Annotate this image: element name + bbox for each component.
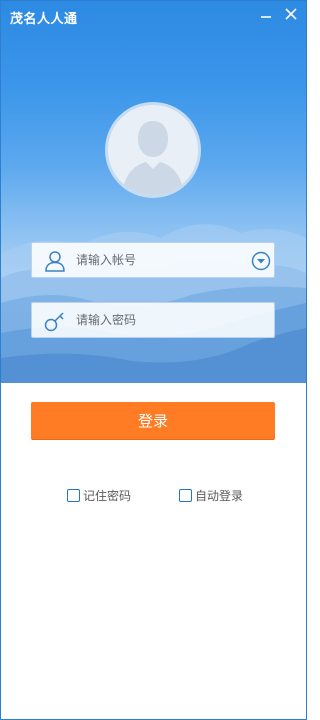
password-input[interactable] (76, 303, 246, 337)
password-field[interactable] (31, 302, 275, 338)
auto-login-checkbox[interactable] (179, 488, 192, 502)
key-icon (44, 312, 64, 332)
login-button[interactable]: 登录 (31, 402, 275, 439)
close-icon[interactable] (282, 5, 300, 23)
remember-password-option[interactable]: 记住密码 (67, 487, 131, 503)
header-background: 茂名人人通 (1, 1, 306, 383)
chevron-down-icon[interactable] (251, 251, 271, 271)
mountain-illustration (1, 224, 306, 383)
auto-login-label: 自动登录 (195, 488, 244, 503)
remember-password-label: 记住密码 (83, 488, 132, 503)
user-silhouette-icon (122, 121, 184, 195)
remember-password-checkbox[interactable] (67, 488, 80, 502)
user-icon (45, 251, 65, 272)
login-window: 茂名人人通 请输入帐号 登录 记住密码 自动登录 (0, 0, 307, 720)
auto-login-option[interactable]: 自动登录 (179, 487, 243, 503)
minimize-icon[interactable] (257, 5, 275, 23)
window-title: 茂名人人通 (10, 12, 78, 27)
avatar (105, 102, 201, 198)
account-field[interactable] (31, 242, 275, 278)
account-input[interactable] (76, 243, 246, 277)
